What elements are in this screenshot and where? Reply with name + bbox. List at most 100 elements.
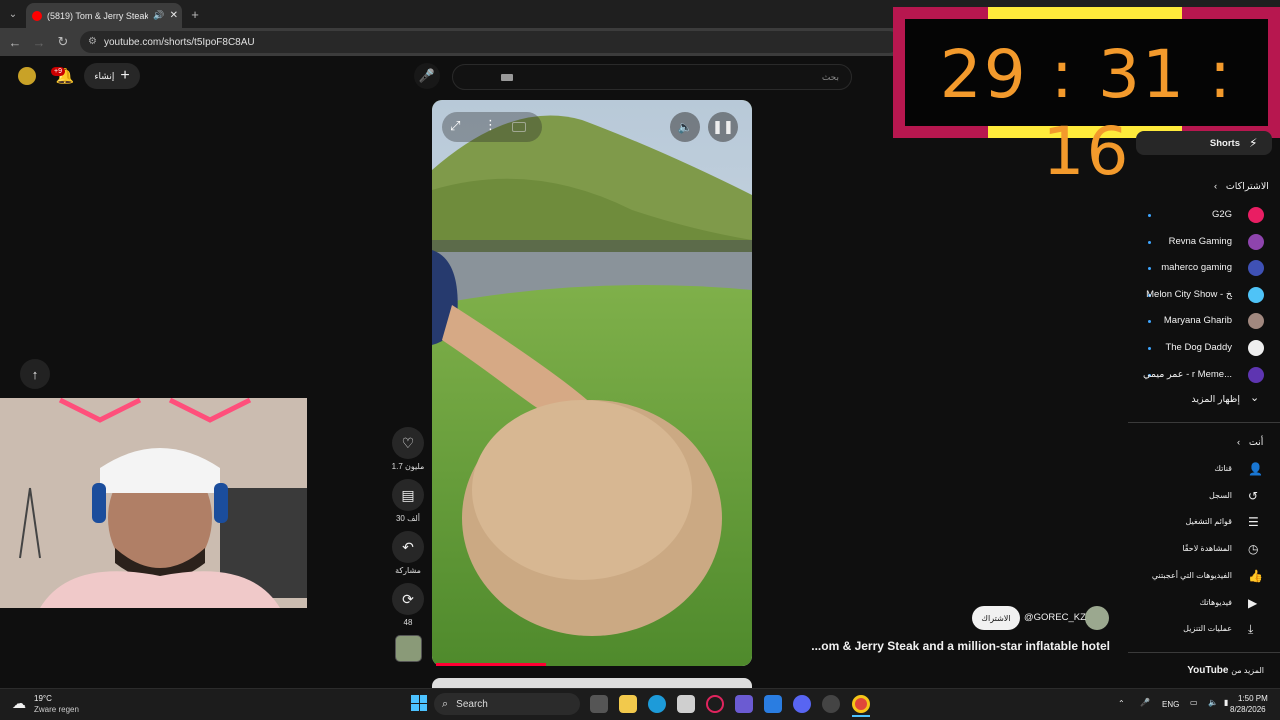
avatar[interactable] — [18, 67, 36, 85]
sidebar-item-you[interactable]: الفيديوهات التي أعجبتني 👍 — [1136, 567, 1272, 589]
subscriptions-header[interactable]: ‹ الاشتراكات — [1214, 181, 1269, 192]
battery-icon[interactable]: ▮ — [1224, 698, 1228, 707]
tab-list-icon[interactable]: ⌄ — [4, 5, 22, 23]
weather-icon[interactable]: ☁ — [12, 695, 26, 712]
more-options-icon[interactable]: ⋮ — [484, 117, 497, 133]
history-icon: ↺ — [1248, 488, 1259, 503]
subscriptions-header-label: الاشتراكات — [1225, 181, 1269, 192]
forward-arrow-icon[interactable]: → — [30, 33, 48, 51]
microphone-icon[interactable]: 🎤 — [1140, 698, 1150, 707]
back-arrow-icon[interactable]: ← — [6, 33, 24, 51]
you-item-label: المشاهدة لاحقًا — [1182, 544, 1232, 554]
reload-icon[interactable]: ↻ — [54, 33, 72, 51]
steam-icon[interactable] — [822, 695, 840, 713]
sidebar-divider — [1128, 652, 1280, 653]
chrome-icon[interactable] — [852, 695, 870, 713]
sidebar-item-subscription[interactable]: Revna Gaming — [1136, 233, 1272, 255]
browser-tab[interactable]: (5819) Tom & Jerry Steak ar 🔊 ✕ — [26, 3, 182, 28]
store-icon[interactable] — [677, 695, 695, 713]
media-app-icon[interactable] — [735, 695, 753, 713]
scroll-up-button[interactable]: ↑ — [20, 359, 50, 389]
taskbar-search[interactable]: ⌕ Search — [434, 693, 580, 715]
site-info-icon[interactable]: ⚙ — [88, 36, 97, 47]
sidebar-item-you[interactable]: فيديوهاتك ▶ — [1136, 594, 1272, 616]
tab-close-icon[interactable]: ✕ — [170, 10, 182, 21]
channel-name[interactable]: @GOREC_KZ — [1024, 612, 1086, 623]
progress-bar[interactable] — [436, 663, 546, 666]
weather-desc: Zware regen — [34, 705, 79, 714]
video-title[interactable]: ...om & Jerry Steak and a million-star i… — [780, 639, 1110, 653]
speaker-icon[interactable]: 🔊 — [153, 10, 164, 21]
share-button[interactable]: ↶ — [392, 531, 424, 563]
discord-icon[interactable] — [793, 695, 811, 713]
subscribe-button[interactable]: الاشتراك — [972, 606, 1020, 630]
you-header[interactable]: ‹ أنت — [1237, 437, 1263, 448]
address-bar[interactable]: ⚙ youtube.com/shorts/t5IpoF8C8AU — [80, 31, 900, 53]
network-icon[interactable]: ▭ — [1190, 698, 1198, 707]
comment-button[interactable]: ▤ — [392, 479, 424, 511]
volume-button[interactable]: 🔈 — [670, 112, 700, 142]
search-input[interactable]: بحث — [452, 64, 852, 90]
subscription-name: عمر ميمي - r Meme... — [1143, 368, 1232, 380]
notification-badge: +9 — [51, 67, 65, 76]
sidebar-item-you[interactable]: قوائم التشغيل ☰ — [1136, 513, 1272, 535]
sidebar-item-subscription[interactable]: Maryana Gharib — [1136, 312, 1272, 334]
shorts-icon: ⚡ — [1249, 136, 1258, 150]
you-item-label: فيديوهاتك — [1199, 597, 1232, 607]
channel-avatar — [1248, 340, 1264, 356]
microphone-icon: 🎤 — [418, 68, 436, 83]
start-button[interactable] — [411, 695, 427, 711]
sidebar-item-subscription[interactable]: The Dog Daddy — [1136, 339, 1272, 361]
keyboard-icon[interactable] — [501, 74, 513, 81]
sidebar-item-you[interactable]: عمليات التنزيل ⤓ — [1136, 620, 1272, 642]
new-content-dot — [1148, 267, 1151, 271]
channel-avatar — [1248, 260, 1264, 277]
sidebar-item-subscription[interactable]: G2G — [1136, 206, 1272, 228]
taskbar-search-label: Search — [456, 698, 488, 710]
task-view-icon[interactable] — [590, 695, 608, 713]
short-video-player[interactable]: ⤢ ⋮ 🔈 ❚❚ — [432, 100, 752, 666]
language-indicator[interactable]: ENG — [1162, 700, 1179, 709]
sidebar-item-subscription[interactable]: عمر ميمي - r Meme... — [1136, 366, 1272, 388]
volume-icon[interactable]: 🔈 — [1208, 698, 1218, 707]
channel-avatar[interactable] — [1085, 606, 1109, 630]
like-count: 1.7 مليون — [391, 462, 425, 471]
opera-icon[interactable] — [706, 695, 724, 713]
playlist-icon: ☰ — [1248, 515, 1259, 530]
like-button[interactable]: ♡ — [392, 427, 424, 459]
more-from-youtube[interactable]: YouTube المزيد من — [1187, 665, 1264, 676]
sidebar-item-you[interactable]: المشاهدة لاحقًا ◷ — [1136, 540, 1272, 562]
volume-icon: 🔈 — [677, 120, 693, 134]
sidebar-item-subscription[interactable]: maherco gaming — [1136, 259, 1272, 281]
windows-app-icon[interactable] — [764, 695, 782, 713]
clock-time[interactable]: 1:50 PM — [1238, 694, 1268, 703]
heart-icon: ♡ — [401, 434, 415, 451]
sidebar-item-you[interactable]: السجل ↺ — [1136, 487, 1272, 509]
captions-icon[interactable] — [512, 122, 526, 132]
chevron-down-icon[interactable]: ⌄ — [1250, 391, 1259, 404]
you-item-label: قوائم التشغيل — [1185, 517, 1233, 527]
subscription-name: maherco gaming — [1161, 262, 1232, 274]
subscription-name: Melon City Show - ﺦ — [1146, 288, 1232, 300]
pause-button[interactable]: ❚❚ — [708, 112, 738, 142]
sidebar-item-subscription[interactable]: Melon City Show - ﺦ — [1136, 286, 1272, 308]
clock-date[interactable]: 8/28/2026 — [1230, 705, 1266, 714]
channel-avatar — [1248, 366, 1264, 383]
voice-search-button[interactable]: 🎤 — [414, 63, 440, 89]
search-placeholder: بحث — [821, 71, 839, 82]
fullscreen-icon[interactable]: ⤢ — [450, 118, 460, 134]
show-more[interactable]: إظهار المزيد — [1191, 394, 1240, 405]
pause-icon: ❚❚ — [712, 119, 734, 134]
chevron-up-icon[interactable]: ⌃ — [1118, 699, 1125, 708]
search-icon: ⌕ — [442, 697, 449, 710]
file-explorer-icon[interactable] — [619, 695, 637, 713]
new-tab-button[interactable]: + — [186, 5, 204, 23]
create-button[interactable]: إنشاء + — [84, 63, 140, 89]
remix-button[interactable]: ⟳ — [392, 583, 424, 615]
webcam-feed — [0, 398, 307, 608]
edge-icon[interactable] — [648, 695, 666, 713]
channel-avatar — [1248, 313, 1264, 330]
windows-logo-icon — [411, 695, 419, 703]
audio-thumbnail[interactable] — [395, 635, 422, 662]
sidebar-item-you[interactable]: قناتك 👤 — [1136, 460, 1272, 482]
